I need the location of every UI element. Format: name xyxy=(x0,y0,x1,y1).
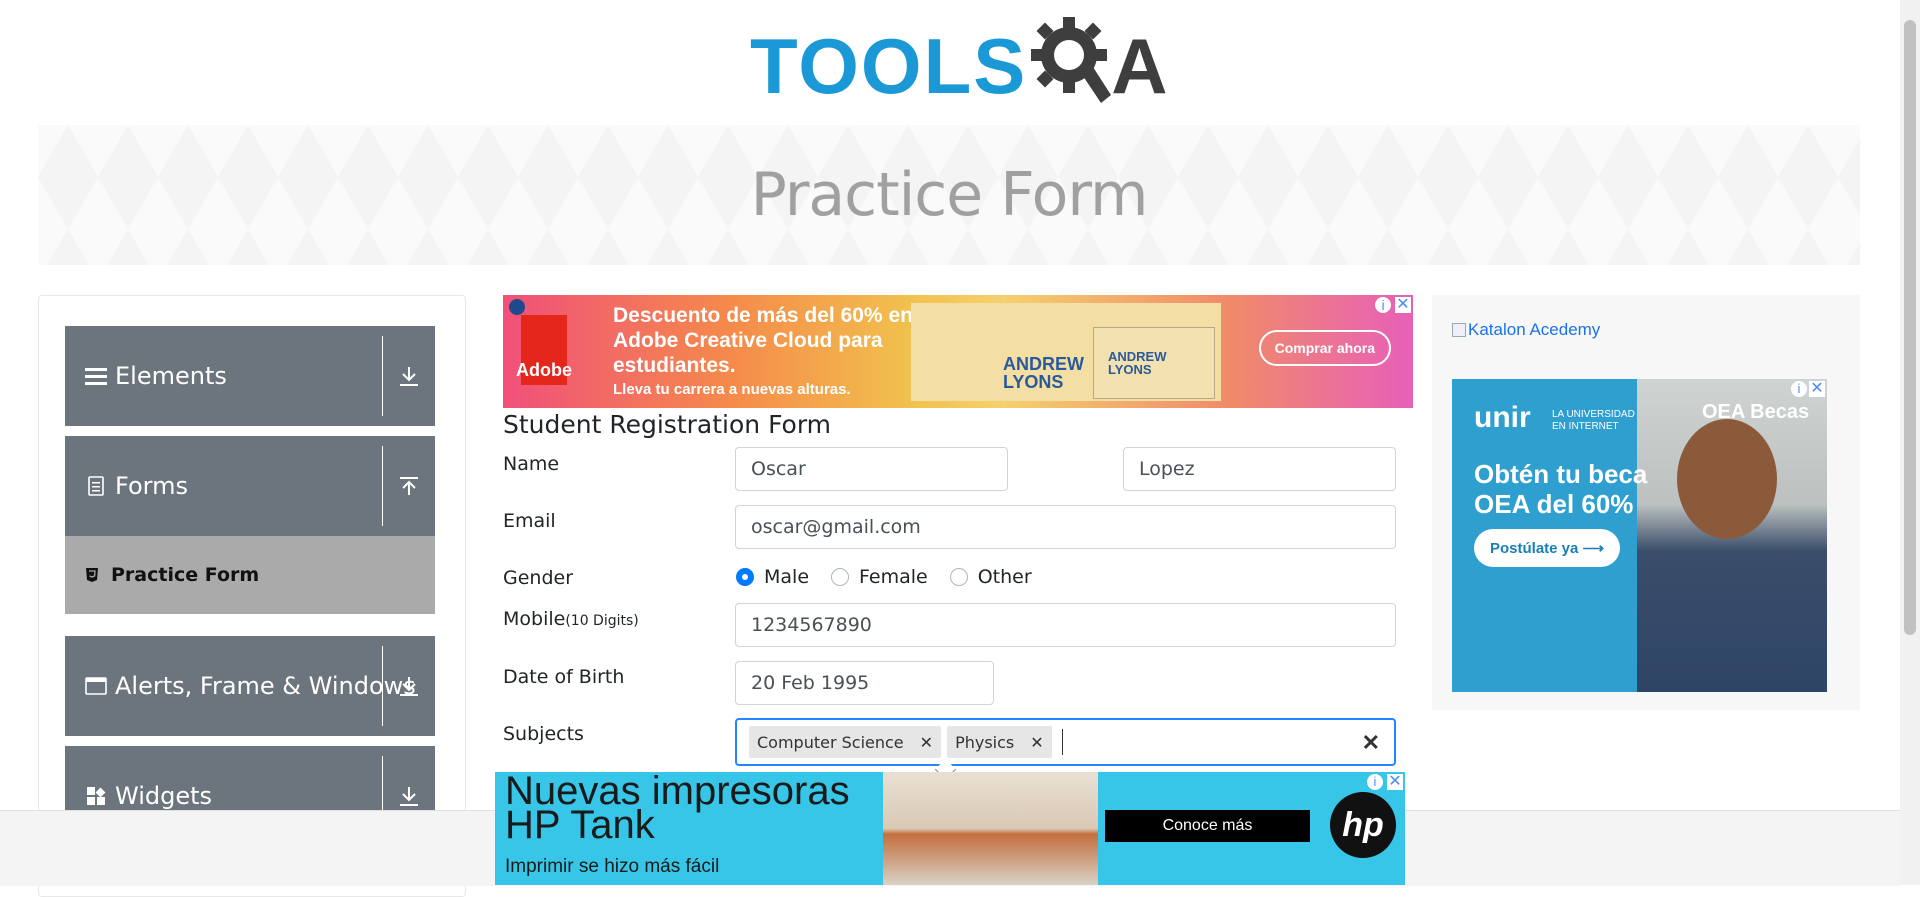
learn-more-button[interactable]: Conoce más xyxy=(1105,810,1310,842)
sidebar-group-elements[interactable]: Elements xyxy=(65,326,435,426)
buy-now-button[interactable]: Comprar ahora xyxy=(1258,330,1391,366)
ad-photo xyxy=(883,772,1098,885)
sidebar: Elements Forms Practice Form Alerts, Fra… xyxy=(38,295,466,897)
gender-other-option[interactable]: Other xyxy=(949,566,1032,588)
adobe-logo: Adobe xyxy=(516,315,572,385)
ad-info-icon[interactable]: i xyxy=(1791,381,1807,397)
logo-tools-text: TOOLS xyxy=(750,21,1028,110)
gender-other-label: Other xyxy=(977,566,1032,588)
mobile-label: Mobile(10 Digits) xyxy=(503,608,639,630)
grid-icon xyxy=(85,785,107,807)
dob-label: Date of Birth xyxy=(503,666,625,688)
form-title: Student Registration Form xyxy=(503,410,832,439)
mobile-hint: (10 Digits) xyxy=(565,613,639,629)
upload-arrow-icon[interactable] xyxy=(383,436,435,536)
gender-male-label: Male xyxy=(764,566,810,588)
gear-magnifier-icon xyxy=(1031,15,1112,116)
katalon-broken-image-link[interactable]: Katalon Acedemy xyxy=(1452,320,1600,340)
unir-ad[interactable]: unir LA UNIVERSIDAD EN INTERNET OEA Beca… xyxy=(1452,379,1827,692)
first-name-input[interactable]: Oscar xyxy=(735,447,1008,491)
vertical-scrollbar[interactable] xyxy=(1900,0,1920,885)
download-arrow-icon[interactable] xyxy=(383,326,435,426)
window-icon xyxy=(85,675,107,697)
ad-subline: Lleva tu carrera a nuevas alturas. xyxy=(613,381,851,398)
gender-female-radio[interactable] xyxy=(831,568,850,586)
subject-chip-label: Physics xyxy=(955,732,1015,752)
gender-female-label: Female xyxy=(859,566,928,588)
unir-tagline: LA UNIVERSIDAD EN INTERNET xyxy=(1552,409,1635,432)
subject-chip: Computer Science ✕ xyxy=(749,726,942,758)
oea-logo: OEA Becas xyxy=(1702,401,1810,423)
close-icon[interactable]: ✕ xyxy=(1387,774,1403,790)
sidebar-item-practice-form[interactable]: Practice Form xyxy=(65,536,435,614)
logo-a-text: A xyxy=(1111,21,1168,110)
html5-icon xyxy=(85,567,101,583)
apply-button[interactable]: Postúlate ya ⟶ xyxy=(1474,529,1621,567)
ad-subline: Imprimir se hizo más fácil xyxy=(505,856,720,877)
subject-chip-label: Computer Science xyxy=(757,732,904,752)
unir-logo: unir xyxy=(1474,401,1531,434)
broken-image-icon xyxy=(1452,323,1466,337)
clear-all-icon[interactable]: ✕ xyxy=(1362,730,1380,756)
close-icon[interactable]: ✕ xyxy=(1395,297,1411,313)
ad-headline: Obtén tu beca OEA del 60% xyxy=(1474,459,1648,519)
adobe-ad-banner[interactable]: Adobe Descuento de más del 60% en Adobe … xyxy=(503,295,1413,408)
subjects-label: Subjects xyxy=(503,723,584,745)
date-of-birth-input[interactable]: 20 Feb 1995 xyxy=(735,661,994,705)
sidebar-group-alerts[interactable]: Alerts, Frame & Windows xyxy=(65,636,435,736)
subjects-input[interactable]: Computer Science ✕ Physics ✕ ✕ xyxy=(735,718,1396,766)
gender-label: Gender xyxy=(503,567,574,589)
mobile-field[interactable]: 1234567890 xyxy=(735,603,1396,647)
subject-chip: Physics ✕ xyxy=(947,726,1052,758)
gender-male-radio[interactable] xyxy=(736,568,754,586)
ad-name-large: ANDREW LYONS xyxy=(1003,354,1084,392)
remove-chip-icon[interactable]: ✕ xyxy=(912,733,941,752)
shield-icon xyxy=(509,299,525,315)
right-ad-panel: Katalon Acedemy unir LA UNIVERSIDAD EN I… xyxy=(1432,295,1860,710)
page-title: Practice Form xyxy=(750,160,1149,230)
ad-headline: Descuento de más del 60% en Adobe Creati… xyxy=(613,304,913,377)
document-icon xyxy=(85,475,107,497)
katalon-alt-text: Katalon Acedemy xyxy=(1468,320,1601,339)
page-header-banner: Practice Form xyxy=(38,125,1860,265)
ad-info-icon[interactable]: i xyxy=(1367,774,1383,790)
close-icon[interactable]: ✕ xyxy=(1809,381,1825,397)
hp-logo: hp xyxy=(1330,792,1396,858)
download-arrow-icon[interactable] xyxy=(383,636,435,736)
remove-chip-icon[interactable]: ✕ xyxy=(1022,733,1051,752)
email-label: Email xyxy=(503,510,556,532)
gender-male-option[interactable]: Male xyxy=(736,566,809,588)
scrollbar-thumb[interactable] xyxy=(1904,20,1916,635)
sidebar-item-label: Practice Form xyxy=(111,564,260,586)
text-cursor xyxy=(1061,729,1063,755)
mobile-label-text: Mobile xyxy=(503,608,566,630)
gender-other-radio[interactable] xyxy=(949,568,968,586)
ad-info-icon[interactable]: i xyxy=(1375,297,1391,313)
ad-person-image xyxy=(1677,419,1777,539)
name-label: Name xyxy=(503,453,560,475)
hp-ad-banner[interactable]: Nuevas impresoras HP Tank Imprimir se hi… xyxy=(495,772,1405,885)
gender-female-option[interactable]: Female xyxy=(831,566,928,588)
sidebar-group-forms[interactable]: Forms xyxy=(65,436,435,536)
hamburger-icon xyxy=(85,365,107,387)
email-field[interactable]: oscar@gmail.com xyxy=(735,505,1396,549)
last-name-input[interactable]: Lopez xyxy=(1123,447,1396,491)
ad-name-small: ANDREW LYONS xyxy=(1108,349,1167,377)
toolsqa-logo[interactable]: TOOLS A xyxy=(750,15,1168,116)
adobe-brand-text: Adobe xyxy=(516,360,572,380)
ad-headline: Nuevas impresoras HP Tank xyxy=(505,772,850,847)
gender-radio-group: Male Female Other xyxy=(736,566,1054,588)
